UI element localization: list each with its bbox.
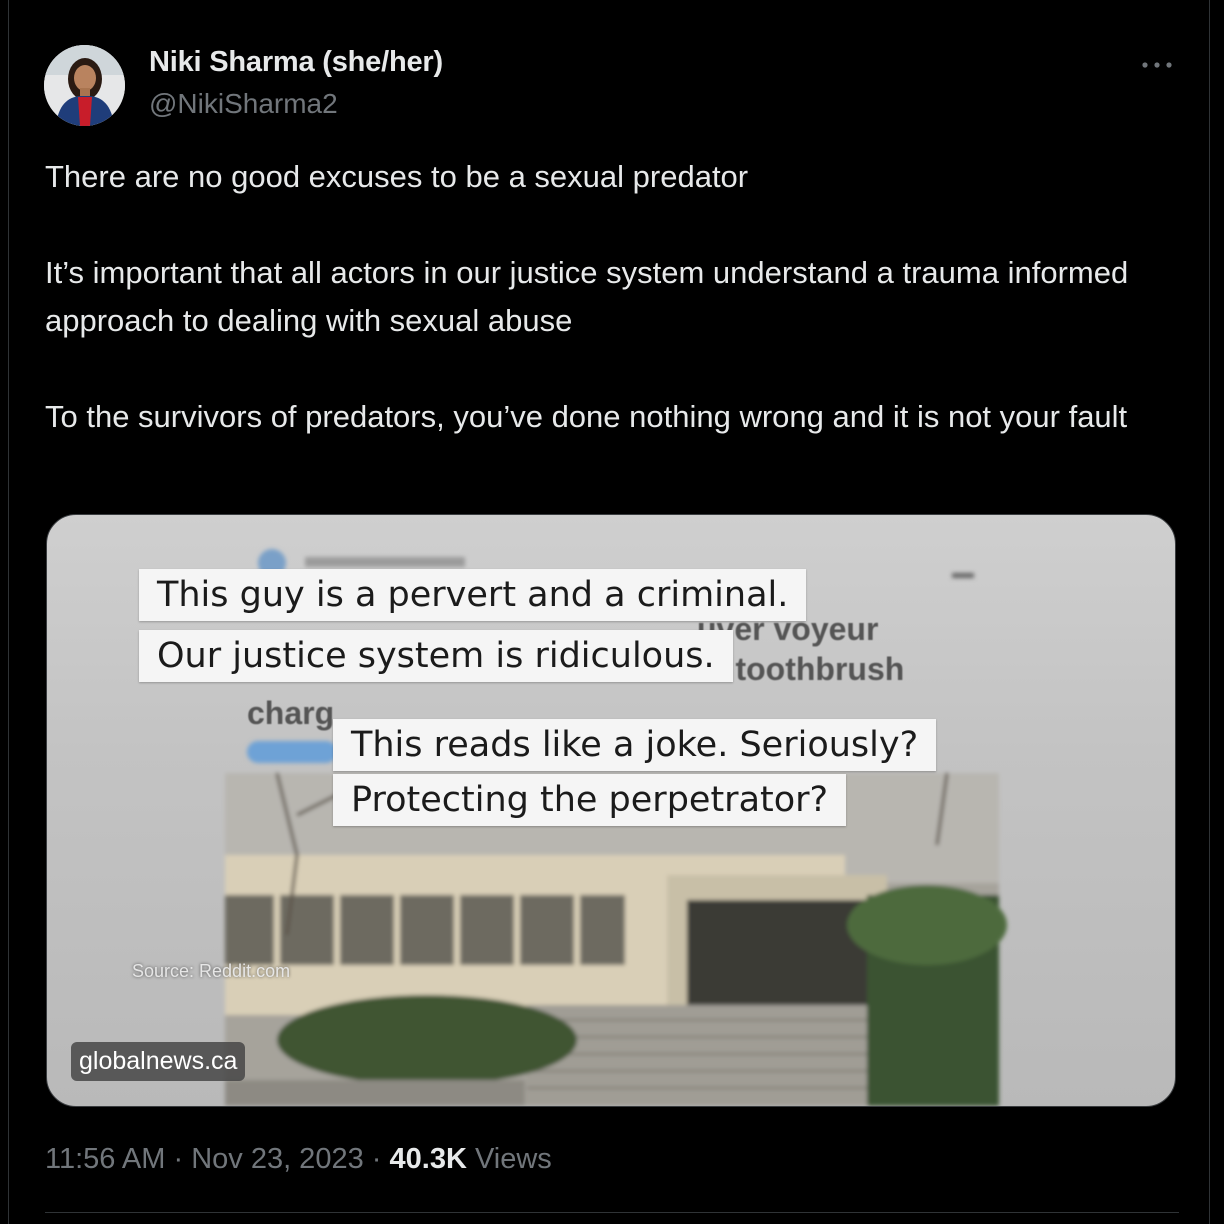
tweet-meta: 11:56 AM · Nov 23, 2023 · 40.3K Views bbox=[45, 1143, 552, 1176]
comment-caption: Our justice system is ridiculous. bbox=[139, 630, 733, 682]
meta-separator: · bbox=[173, 1143, 184, 1175]
background-headline-fragment: n toothbrush bbox=[707, 651, 905, 687]
more-horizontal-icon bbox=[1142, 62, 1172, 68]
tweet-time[interactable]: 11:56 AM bbox=[45, 1143, 165, 1175]
comment-caption: This reads like a joke. Seriously? bbox=[333, 719, 937, 771]
tweet-date[interactable]: Nov 23, 2023 bbox=[191, 1143, 364, 1175]
link-domain-badge[interactable]: globalnews.ca bbox=[71, 1042, 246, 1081]
meta-separator: · bbox=[371, 1143, 382, 1175]
tweet-paragraph: To the survivors of predators, you’ve do… bbox=[45, 399, 1128, 434]
author-handle[interactable]: @NikiSharma2 bbox=[149, 88, 338, 120]
views-label: Views bbox=[474, 1143, 552, 1175]
tweet-media-card[interactable]: uver voyeur n toothbrush charg This guy … bbox=[46, 514, 1176, 1107]
divider bbox=[45, 1212, 1179, 1213]
frame-border-right bbox=[1209, 0, 1210, 1224]
comment-caption: Protecting the perpetrator? bbox=[333, 774, 847, 826]
tweet-paragraph: It’s important that all actors in our ju… bbox=[45, 255, 1129, 338]
avatar-portrait bbox=[44, 45, 125, 126]
more-options-button[interactable] bbox=[1135, 48, 1181, 82]
background-headline-fragment: charg bbox=[247, 695, 335, 731]
comment-caption: This guy is a pervert and a criminal. bbox=[139, 569, 807, 621]
image-source-label: Source: Reddit.com bbox=[132, 961, 291, 981]
views-count: 40.3K bbox=[389, 1143, 467, 1175]
author-display-name[interactable]: Niki Sharma (she/her) bbox=[149, 46, 443, 79]
tweet-paragraph: There are no good excuses to be a sexual… bbox=[45, 159, 749, 194]
frame-border-left bbox=[8, 0, 9, 1224]
avatar[interactable] bbox=[44, 45, 125, 126]
tweet-text: There are no good excuses to be a sexual… bbox=[45, 153, 1185, 441]
